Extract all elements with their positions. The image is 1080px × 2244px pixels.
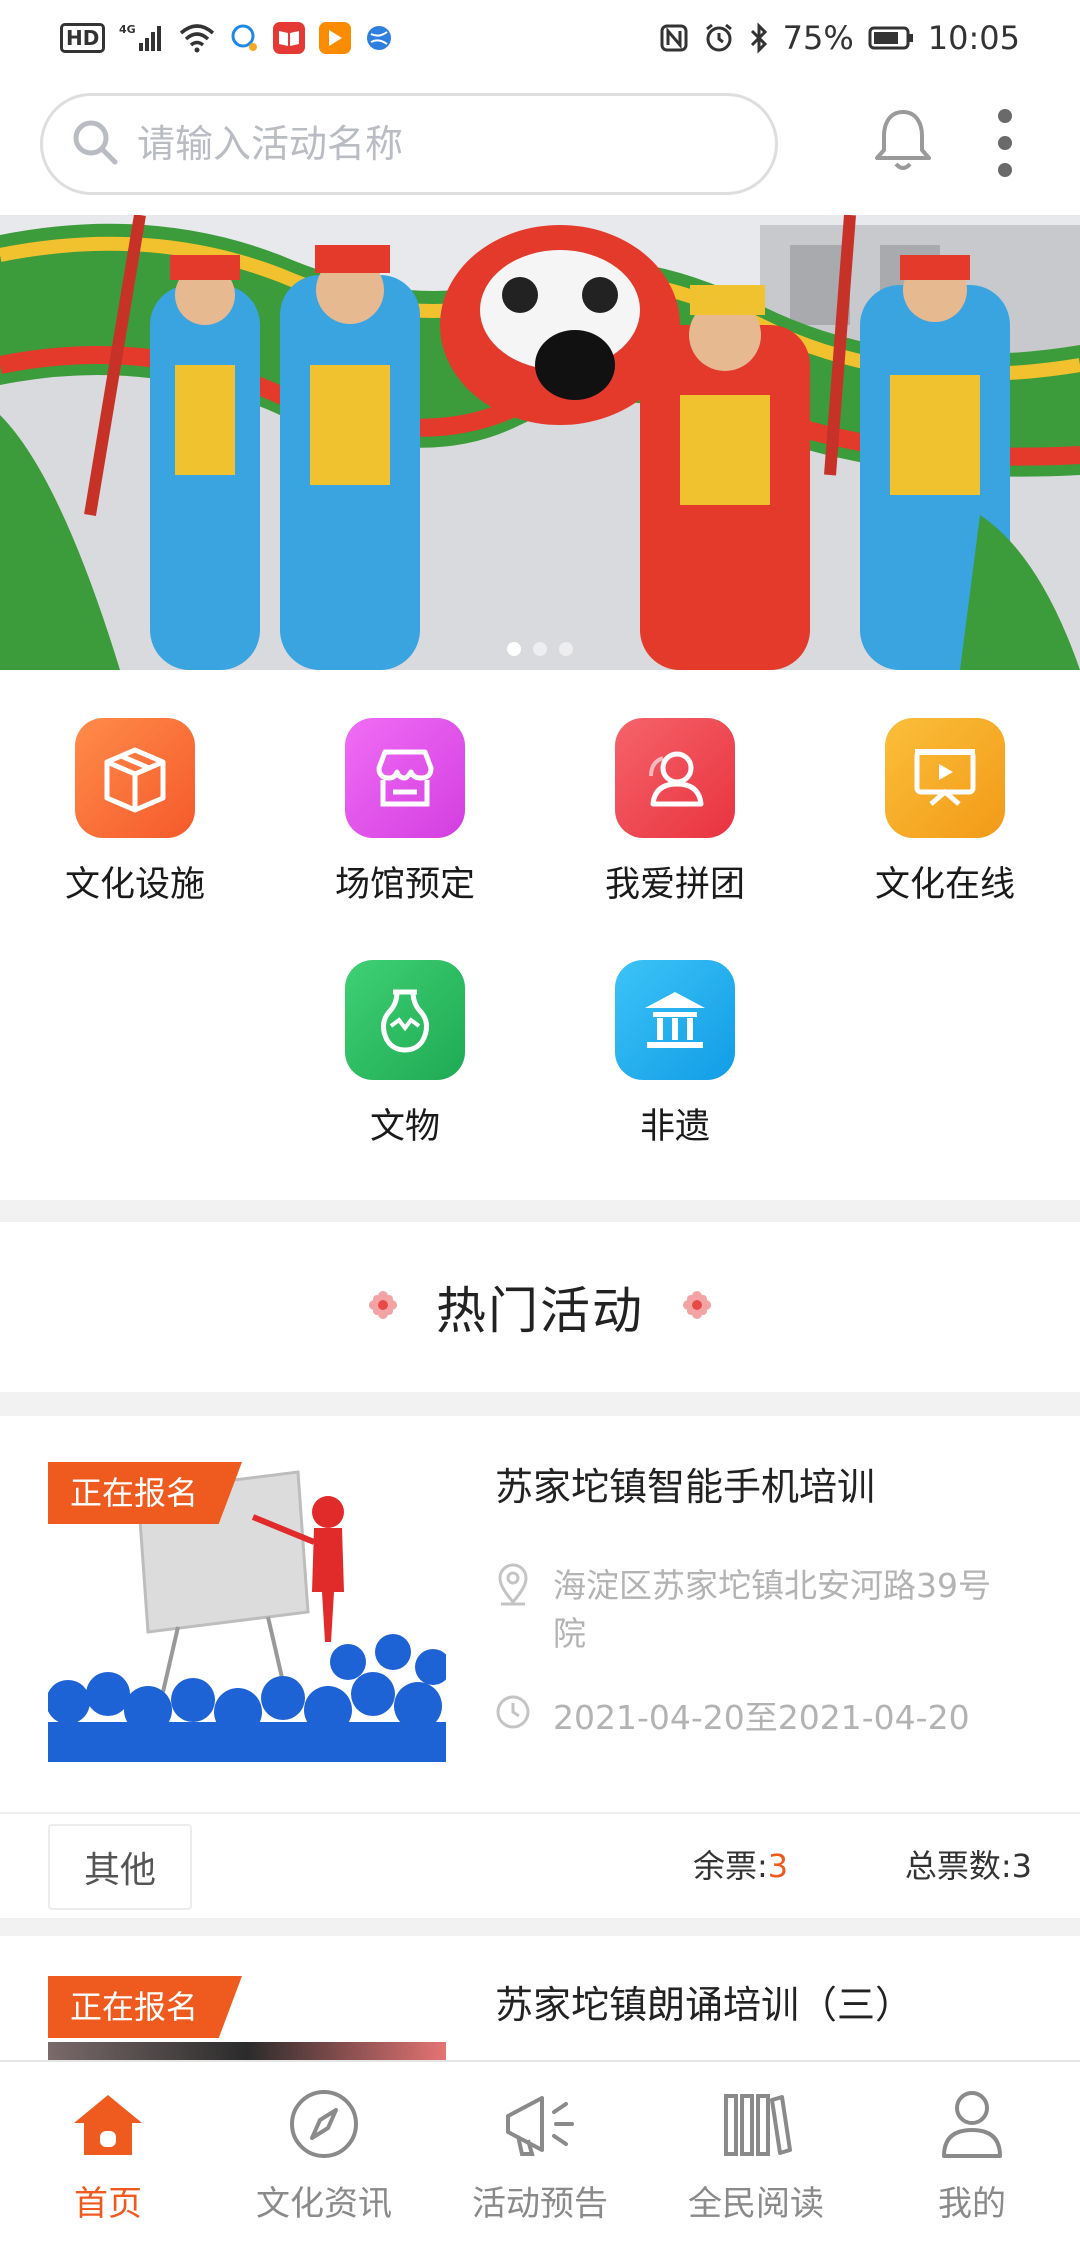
address-text: 海淀区苏家坨镇北安河路39号院: [553, 1566, 991, 1653]
network-type-label: 4G: [119, 23, 136, 36]
battery-icon: [868, 25, 914, 51]
box-icon: [75, 718, 195, 838]
banner-image: [0, 215, 1080, 670]
carousel-dot[interactable]: [533, 642, 547, 656]
activity-card[interactable]: 正在报名 苏家坨镇智能手机培训 海淀区苏家坨镇北安河路39号院 2021-04-…: [0, 1416, 1080, 1918]
category-group-buy[interactable]: 我爱拼团: [540, 718, 810, 907]
hot-activities-header: 热门活动: [0, 1222, 1080, 1392]
search-icon: [71, 118, 119, 170]
app-header: [0, 76, 1080, 212]
activity-card[interactable]: 正在报名 苏家坨镇朗诵培训（三）: [0, 1936, 1080, 2060]
person-icon: [932, 2084, 1012, 2164]
status-bar: HD 4G 75% 10:05: [0, 0, 1080, 76]
nav-label: 我的: [938, 2184, 1006, 2224]
carousel-dot[interactable]: [559, 642, 573, 656]
megaphone-icon: [500, 2084, 580, 2164]
books-icon: [716, 2084, 796, 2164]
activity-title[interactable]: 苏家坨镇智能手机培训: [495, 1456, 875, 1511]
category-label: 文物: [369, 1107, 440, 1147]
nav-home[interactable]: 首页: [0, 2062, 216, 2244]
museum-icon: [615, 960, 735, 1080]
carousel-dot[interactable]: [507, 642, 521, 656]
category-cultural-facilities[interactable]: 文化设施: [0, 718, 270, 907]
nav-label: 文化资讯: [256, 2184, 392, 2224]
category-label: 文化设施: [64, 865, 205, 905]
carousel-indicator: [0, 642, 1080, 656]
hd-badge: HD: [60, 23, 106, 53]
book-app-icon: [273, 22, 306, 54]
status-badge: 正在报名: [48, 1976, 243, 2038]
category-label: 我爱拼团: [604, 865, 745, 905]
remaining-label: 余票:: [693, 1847, 768, 1885]
clock-time: 10:05: [927, 19, 1020, 57]
banner-carousel[interactable]: [0, 215, 1080, 670]
vase-icon: [345, 960, 465, 1080]
clock-icon: [495, 1694, 531, 1743]
nav-label: 活动预告: [472, 2184, 608, 2224]
category-venue-booking[interactable]: 场馆预定: [270, 718, 540, 907]
location-pin-icon: [495, 1562, 531, 1658]
screen-icon: [885, 718, 1005, 838]
activity-thumbnail: 正在报名: [48, 1462, 446, 1762]
user-icon: [615, 718, 735, 838]
category-label: 文化在线: [874, 865, 1015, 905]
nav-culture-news[interactable]: 文化资讯: [216, 2062, 432, 2244]
category-label: 场馆预定: [334, 865, 475, 905]
bottom-navigation: 首页 文化资讯 活动预告 全民阅读 我的: [0, 2060, 1080, 2244]
activity-title[interactable]: 苏家坨镇朗诵培训（三）: [495, 1974, 913, 2029]
category-grid: 文化设施 场馆预定 我爱拼团 文化在线 文物 非遗: [0, 670, 1080, 1200]
more-menu-icon[interactable]: [990, 106, 1020, 184]
status-right: 75% 10:05: [659, 19, 1020, 57]
total-tickets: 总票数:3: [905, 1814, 1032, 1918]
category-relics[interactable]: 文物: [270, 960, 540, 1149]
remaining-tickets: 余票:3: [693, 1814, 788, 1918]
activity-type-badge: 其他: [48, 1824, 192, 1910]
search-box[interactable]: [40, 93, 778, 195]
section-title: 热门活动: [436, 1282, 644, 1340]
signal-icon: 4G: [119, 23, 165, 53]
chat-app-icon: [229, 23, 259, 53]
nfc-icon: [659, 23, 689, 53]
home-icon: [68, 2084, 148, 2164]
activity-date: 2021-04-20至2021-04-20: [495, 1694, 1035, 1743]
status-left: HD 4G: [60, 22, 393, 54]
alarm-icon: [703, 22, 735, 54]
shop-icon: [345, 718, 465, 838]
activity-address: 海淀区苏家坨镇北安河路39号院: [495, 1562, 1035, 1658]
nav-label: 全民阅读: [688, 2184, 824, 2224]
activity-thumbnail: 正在报名: [48, 1976, 446, 2060]
bluetooth-icon: [749, 22, 769, 54]
category-intangible-heritage[interactable]: 非遗: [540, 960, 810, 1149]
date-range-text: 2021-04-20至2021-04-20: [553, 1698, 970, 1737]
compass-icon: [284, 2084, 364, 2164]
flower-icon: [366, 1288, 400, 1326]
category-label: 非遗: [639, 1107, 710, 1147]
card-divider: [0, 1918, 1080, 1936]
status-badge: 正在报名: [48, 1462, 243, 1524]
total-label: 总票数:: [904, 1847, 1012, 1885]
flower-icon: [680, 1288, 714, 1326]
section-divider: [0, 1200, 1080, 1222]
globe-app-icon: [365, 24, 393, 52]
wifi-icon: [179, 23, 215, 53]
nav-profile[interactable]: 我的: [864, 2062, 1080, 2244]
remaining-count: 3: [767, 1847, 789, 1885]
nav-reading[interactable]: 全民阅读: [648, 2062, 864, 2244]
search-input[interactable]: [137, 122, 747, 166]
total-count: 3: [1011, 1847, 1032, 1885]
notification-bell-icon[interactable]: [872, 106, 934, 180]
section-divider: [0, 1392, 1080, 1416]
video-app-icon: [319, 22, 352, 54]
nav-event-preview[interactable]: 活动预告: [432, 2062, 648, 2244]
category-culture-online[interactable]: 文化在线: [810, 718, 1080, 907]
nav-label: 首页: [74, 2184, 142, 2224]
battery-percent: 75%: [782, 19, 854, 57]
activity-footer: 其他 余票:3 总票数:3: [0, 1812, 1080, 1916]
